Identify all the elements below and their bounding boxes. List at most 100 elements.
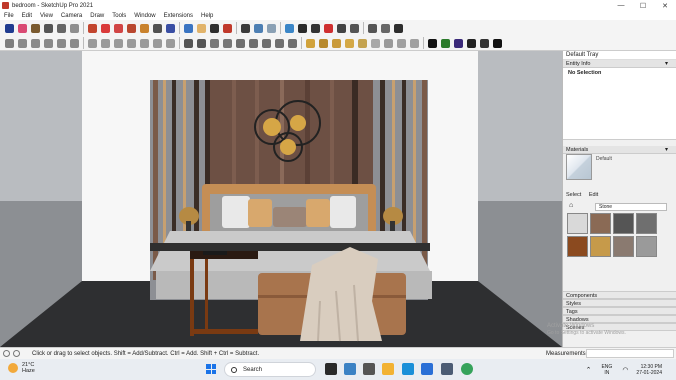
user-icon[interactable] — [491, 37, 503, 49]
rotate-tool-icon[interactable] — [112, 22, 124, 34]
follow-me-icon[interactable] — [304, 37, 316, 49]
swatch[interactable] — [613, 236, 634, 257]
menu-tools[interactable]: Tools — [108, 13, 130, 19]
start-button[interactable] — [206, 364, 216, 374]
group-icon[interactable] — [195, 37, 207, 49]
chrome-icon[interactable] — [461, 363, 473, 375]
circle-tool-icon[interactable] — [68, 22, 80, 34]
swatch[interactable] — [590, 236, 611, 257]
modeling-viewport[interactable] — [0, 51, 562, 347]
shaded-textures-icon[interactable] — [151, 37, 163, 49]
text-tool-icon[interactable] — [164, 22, 176, 34]
top-view-icon[interactable] — [16, 37, 28, 49]
union-icon[interactable] — [247, 37, 259, 49]
walk-icon[interactable] — [379, 22, 391, 34]
zoom-extents-icon[interactable] — [221, 22, 233, 34]
hidden-line-icon[interactable] — [125, 37, 137, 49]
swatch[interactable] — [567, 213, 588, 234]
sandbox-icon[interactable] — [317, 37, 329, 49]
menu-window[interactable]: Window — [130, 13, 159, 19]
split-icon[interactable] — [286, 37, 298, 49]
monochrome-icon[interactable] — [164, 37, 176, 49]
store-icon[interactable] — [421, 363, 433, 375]
iso-view-icon[interactable] — [3, 37, 15, 49]
tape-measure-icon[interactable] — [151, 22, 163, 34]
chevron-up-icon[interactable]: ⌃ — [586, 366, 592, 374]
close-button[interactable]: ✕ — [654, 0, 676, 11]
styles-icon[interactable] — [283, 22, 295, 34]
select-tool-icon[interactable] — [3, 22, 15, 34]
move-tool-icon[interactable] — [99, 22, 111, 34]
menu-file[interactable]: File — [0, 13, 18, 19]
rectangle-tool-icon[interactable] — [55, 22, 67, 34]
widgets-icon[interactable] — [363, 363, 375, 375]
chevron-down-icon[interactable]: ▾ — [665, 146, 668, 154]
minimize-button[interactable]: — — [610, 0, 632, 11]
wireframe-icon[interactable] — [112, 37, 124, 49]
left-view-icon[interactable] — [68, 37, 80, 49]
dynamic-component-icon[interactable] — [452, 37, 464, 49]
look-around-icon[interactable] — [392, 22, 404, 34]
push-pull-tool-icon[interactable] — [86, 22, 98, 34]
subtract-icon[interactable] — [260, 37, 272, 49]
back-edges-icon[interactable] — [99, 37, 111, 49]
smoove-icon[interactable] — [330, 37, 342, 49]
orbit-tool-icon[interactable] — [182, 22, 194, 34]
camera-app-icon[interactable] — [325, 363, 337, 375]
warehouse-icon[interactable] — [252, 22, 264, 34]
flip-edge-icon[interactable] — [369, 37, 381, 49]
camera-icon[interactable] — [366, 22, 378, 34]
credits-icon[interactable] — [13, 350, 20, 357]
weather-widget[interactable]: 21°C Haze — [8, 362, 35, 374]
shadows-header[interactable]: Shadows — [563, 315, 676, 323]
back-view-icon[interactable] — [55, 37, 67, 49]
swatch[interactable] — [613, 213, 634, 234]
language-indicator[interactable]: ENG IN — [601, 364, 612, 376]
entity-info-header[interactable]: Entity Info ▾ — [563, 60, 676, 68]
mail-icon[interactable] — [478, 37, 490, 49]
edge-icon[interactable] — [402, 363, 414, 375]
tags-header[interactable]: Tags — [563, 307, 676, 315]
upload-icon[interactable] — [439, 37, 451, 49]
swatch[interactable] — [567, 236, 588, 257]
taskbar-search[interactable]: Search — [224, 362, 316, 377]
toggle-terrain-icon[interactable] — [395, 37, 407, 49]
menu-help[interactable]: Help — [197, 13, 217, 19]
fog-icon[interactable] — [309, 22, 321, 34]
tag-icon[interactable] — [335, 22, 347, 34]
intersect-icon[interactable] — [234, 37, 246, 49]
add-location-icon[interactable] — [382, 37, 394, 49]
zoom-tool-icon[interactable] — [208, 22, 220, 34]
measurements-input[interactable] — [586, 349, 674, 358]
paint-bucket-icon[interactable] — [138, 22, 150, 34]
outer-shell-icon[interactable] — [221, 37, 233, 49]
section-plane-icon[interactable] — [322, 22, 334, 34]
menu-edit[interactable]: Edit — [18, 13, 36, 19]
freehand-tool-icon[interactable] — [42, 22, 54, 34]
swatch[interactable] — [590, 213, 611, 234]
shadow-icon[interactable] — [296, 22, 308, 34]
styles-header[interactable]: Styles — [563, 299, 676, 307]
pan-tool-icon[interactable] — [195, 22, 207, 34]
task-view-icon[interactable] — [344, 363, 356, 375]
trim-icon[interactable] — [273, 37, 285, 49]
swatch[interactable] — [636, 236, 657, 257]
collection-select[interactable]: Stone — [595, 203, 667, 211]
wifi-icon[interactable]: ◠ — [622, 366, 628, 374]
panel-close-icon[interactable]: ▾ — [665, 60, 668, 68]
drape-icon[interactable] — [356, 37, 368, 49]
menu-draw[interactable]: Draw — [86, 13, 108, 19]
xray-icon[interactable] — [86, 37, 98, 49]
home-icon[interactable]: ⌂ — [569, 202, 573, 209]
menu-camera[interactable]: Camera — [57, 13, 86, 19]
sketchup-taskbar-icon[interactable] — [441, 363, 453, 375]
tab-select[interactable]: Select — [566, 192, 581, 198]
geo-location-icon[interactable] — [3, 350, 10, 357]
add-icon[interactable] — [426, 37, 438, 49]
maximize-button[interactable]: ☐ — [632, 0, 654, 11]
pencil-tool-icon[interactable] — [29, 22, 41, 34]
lock-icon[interactable] — [208, 37, 220, 49]
menu-view[interactable]: View — [36, 13, 57, 19]
eraser-tool-icon[interactable] — [16, 22, 28, 34]
menu-extensions[interactable]: Extensions — [160, 13, 197, 19]
